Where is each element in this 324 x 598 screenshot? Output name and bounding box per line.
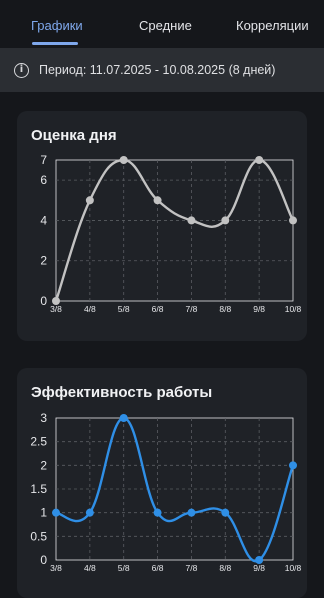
data-point xyxy=(52,297,60,305)
x-tick-label: 7/8 xyxy=(186,563,198,573)
x-tick-label: 10/8 xyxy=(285,304,302,314)
data-point xyxy=(153,196,162,205)
tab-charts[interactable]: Графики xyxy=(31,18,83,33)
period-text: Период: 11.07.2025 - 10.08.2025 (8 дней) xyxy=(39,63,276,77)
series-line xyxy=(54,158,295,302)
data-point xyxy=(52,508,60,517)
data-point xyxy=(153,508,162,517)
data-point xyxy=(255,556,264,564)
plot-frame xyxy=(55,159,294,302)
data-point xyxy=(85,196,94,205)
y-tick-label: 2 xyxy=(40,254,47,268)
x-tick-label: 5/8 xyxy=(118,304,130,314)
x-tick-label: 4/8 xyxy=(84,304,96,314)
y-tick-label: 6 xyxy=(40,173,47,187)
mood-chart-card: Оценка дня 0 2 4 6 7 3/8 4/8 5/8 6/8 7/8 8/8 9/8 10/… xyxy=(17,111,307,341)
data-point xyxy=(187,216,196,225)
y-tick-label: 3 xyxy=(40,411,47,425)
y-tick-label: 1 xyxy=(40,506,47,520)
y-tick-label: 4 xyxy=(40,213,47,227)
data-point xyxy=(289,216,297,225)
data-point xyxy=(119,414,128,422)
data-point xyxy=(289,461,297,470)
tab-bar: Графики Средние Корреляции xyxy=(0,0,324,46)
data-point xyxy=(221,216,230,225)
x-tick-label: 5/8 xyxy=(118,563,130,573)
series-line xyxy=(55,416,295,563)
x-tick-label: 8/8 xyxy=(219,304,231,314)
data-point xyxy=(187,508,196,517)
x-tick-label: 9/8 xyxy=(253,563,265,573)
plot-frame xyxy=(55,417,294,561)
x-tick-label: 9/8 xyxy=(253,304,265,314)
x-tick-label: 4/8 xyxy=(84,563,96,573)
work-chart: 0 0.5 1 1.5 2 2.5 3 3/8 4/8 5/8 6/8 7/8 8/8 9/8 10/8 xyxy=(30,411,302,573)
mood-chart: 0 2 4 6 7 3/8 4/8 5/8 6/8 7/8 8/8 9/8 10/8 xyxy=(40,153,302,314)
info-icon: i xyxy=(14,62,29,78)
x-tick-label: 6/8 xyxy=(152,563,164,573)
tab-correlations[interactable]: Корреляции xyxy=(236,18,309,33)
x-tick-label: 10/8 xyxy=(285,563,302,573)
x-tick-label: 3/8 xyxy=(50,304,62,314)
x-tick-label: 6/8 xyxy=(152,304,164,314)
y-tick-label: 0.5 xyxy=(30,529,47,543)
y-tick-label: 1.5 xyxy=(30,482,47,496)
y-tick-label: 2.5 xyxy=(30,435,47,449)
y-tick-label: 7 xyxy=(40,153,47,167)
data-point xyxy=(119,156,128,164)
y-tick-label: 0 xyxy=(40,294,47,308)
work-chart-card: Эффективность работы 0 0.5 1 1.5 2 2.5 3 3/8 4/8… xyxy=(17,368,307,598)
x-tick-label: 8/8 xyxy=(219,563,231,573)
x-tick-label: 7/8 xyxy=(186,304,198,314)
active-tab-indicator xyxy=(32,42,78,45)
tab-averages[interactable]: Средние xyxy=(139,18,192,33)
y-tick-label: 0 xyxy=(40,553,47,567)
data-point xyxy=(221,508,230,517)
data-point xyxy=(255,156,264,164)
data-point xyxy=(85,508,94,517)
x-tick-label: 3/8 xyxy=(50,563,62,573)
y-tick-label: 2 xyxy=(40,458,47,472)
period-banner: i Период: 11.07.2025 - 10.08.2025 (8 дне… xyxy=(0,48,324,92)
